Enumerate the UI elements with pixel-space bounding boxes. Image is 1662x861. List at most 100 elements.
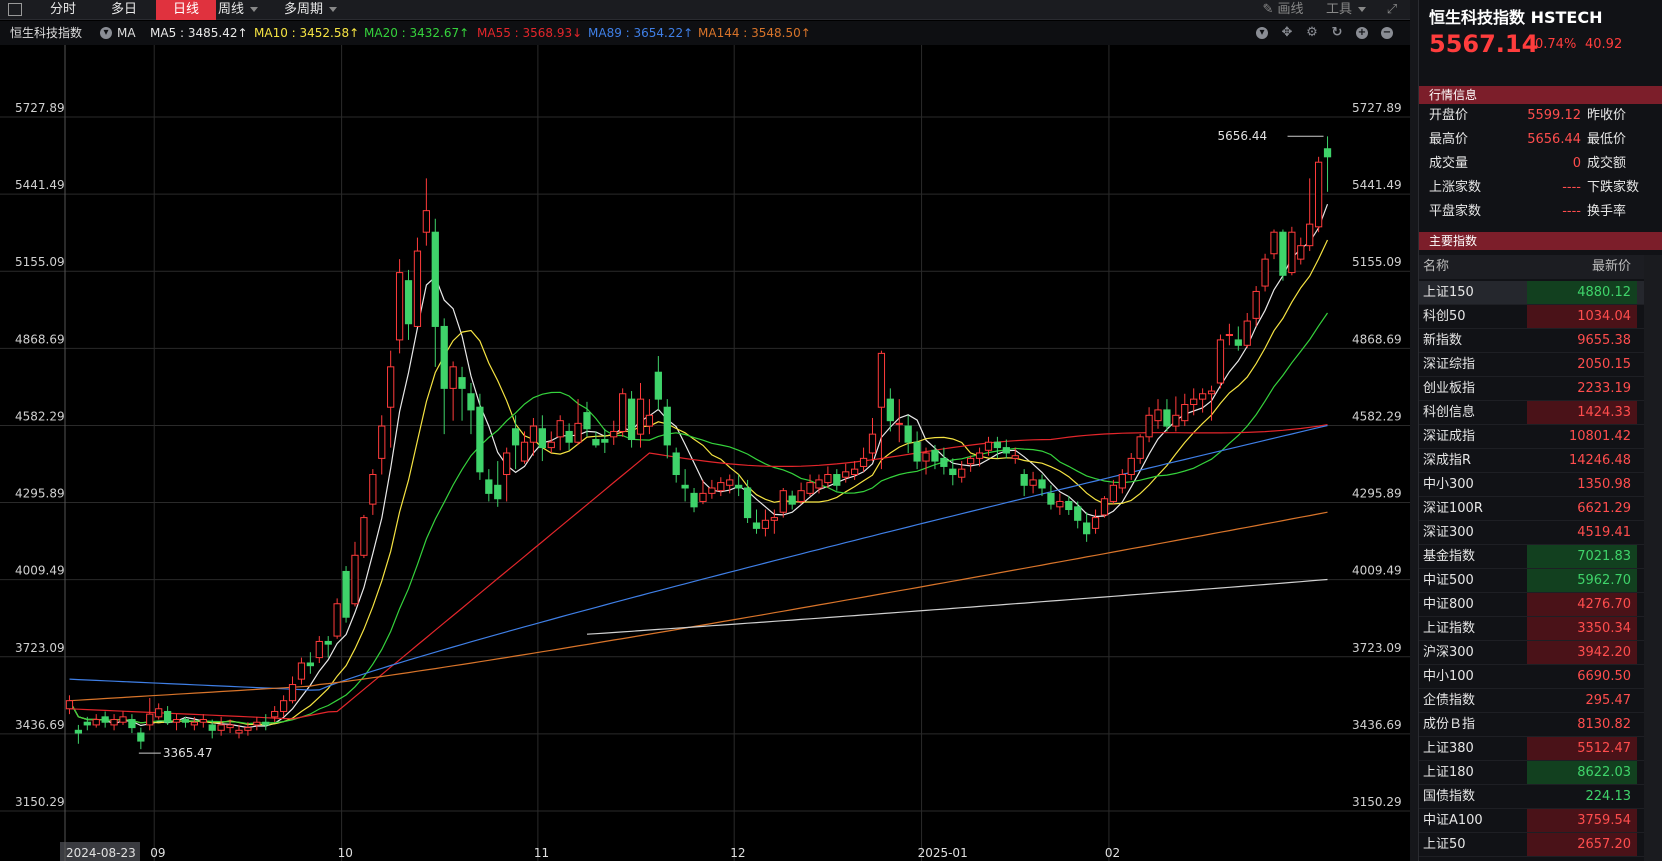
candle-body	[404, 280, 413, 325]
index-name-cell: 深证100R	[1423, 501, 1483, 516]
candle-body	[1252, 290, 1260, 319]
candle-body	[904, 425, 912, 443]
table-row[interactable]: 上证指数 3350.34	[1419, 617, 1662, 641]
y-tick-label-right: 4009.49	[1352, 564, 1402, 578]
quote-label: 最低价	[1587, 132, 1627, 147]
y-tick-label-left: 4868.69	[15, 332, 65, 346]
table-row[interactable]: 深证100R 6621.29	[1419, 497, 1662, 521]
candle-body	[315, 640, 323, 659]
x-tick-label: 11	[534, 846, 549, 860]
y-tick-label-left: 4009.49	[15, 564, 65, 578]
column-price[interactable]: 最新价	[1527, 255, 1637, 279]
quote-value: 0	[1572, 156, 1581, 171]
candle-body	[1118, 474, 1126, 489]
table-row[interactable]: 中证500 5962.70	[1419, 569, 1662, 593]
candle-body	[1154, 409, 1162, 422]
quote-row: 上涨家数 ---- 下跌家数	[1419, 176, 1662, 200]
table-row[interactable]: 上证180 8622.03	[1419, 761, 1662, 785]
candle-body	[101, 716, 109, 723]
table-row[interactable]: 科创信息 1424.33	[1419, 401, 1662, 425]
table-row[interactable]: 科创50 1034.04	[1419, 305, 1662, 329]
index-name-cell: 科创50	[1423, 309, 1466, 324]
tab-weekly[interactable]: 周线	[218, 0, 278, 20]
index-name-cell: 深证综指	[1423, 357, 1476, 372]
y-tick-label-left: 5727.89	[15, 101, 65, 115]
table-row[interactable]: 中证A100 3759.54	[1419, 809, 1662, 833]
candle-body	[137, 732, 145, 742]
x-tick-label: 09	[150, 846, 165, 860]
table-row[interactable]: 基金指数 7021.83	[1419, 545, 1662, 569]
tab-multi-period[interactable]: 多周期	[284, 0, 354, 20]
y-tick-label-left: 3150.29	[15, 795, 65, 809]
column-name[interactable]: 名称	[1423, 255, 1449, 279]
candle-body	[262, 721, 270, 726]
tab-daily[interactable]: 日线	[156, 0, 216, 20]
table-row[interactable]: 新指数 9655.38	[1419, 329, 1662, 353]
candle-body	[217, 724, 225, 731]
table-row[interactable]: 创业板指 2233.19	[1419, 377, 1662, 401]
fullscreen-icon[interactable]: ⤢	[1380, 0, 1404, 20]
table-row[interactable]: 上证50 2657.20	[1419, 833, 1662, 857]
gear-icon[interactable]: ⚙	[1306, 26, 1318, 39]
candle-body	[931, 449, 939, 462]
table-row[interactable]: 中证800 4276.70	[1419, 593, 1662, 617]
table-row[interactable]: 中小300 1350.98	[1419, 473, 1662, 497]
candle-body	[940, 457, 948, 467]
candle-body	[886, 398, 894, 422]
refresh-icon[interactable]: ↻	[1331, 26, 1343, 39]
quote-row: 开盘价 5599.12 昨收价	[1419, 104, 1662, 128]
candle-body	[485, 479, 493, 494]
table-row[interactable]: 上证150 4880.12	[1419, 281, 1662, 305]
candle-body	[422, 210, 430, 233]
index-price-cell: 10801.42	[1568, 429, 1631, 444]
index-name-cell: 科创信息	[1423, 405, 1476, 420]
tab-multi-day[interactable]: 多日	[96, 0, 152, 20]
quote-label: 上涨家数	[1429, 180, 1482, 195]
quote-row: 成交量 0 成交额	[1419, 152, 1662, 176]
candle-body	[360, 517, 368, 556]
candle-body	[743, 487, 752, 519]
tools-menu-button[interactable]: 工具	[1318, 0, 1374, 20]
candle-body	[306, 662, 314, 667]
table-row[interactable]: 国债指数 224.13	[1419, 785, 1662, 809]
table-row[interactable]: 深证综指 2050.15	[1419, 353, 1662, 377]
candle-body	[1216, 339, 1225, 384]
zoom-in-icon[interactable]: +	[1356, 27, 1368, 39]
table-row[interactable]: 企债指数 295.47	[1419, 689, 1662, 713]
move-icon[interactable]: ✥	[1281, 26, 1293, 39]
candlestick-chart[interactable]: 5727.89 5727.89 5441.49 5441.49 5155.09 5155.…	[0, 45, 1410, 861]
y-tick-label-right: 5441.49	[1352, 178, 1402, 192]
table-row[interactable]: 沪深300 3942.20	[1419, 641, 1662, 665]
table-scrollbar[interactable]	[1644, 255, 1662, 861]
candle-body	[627, 398, 636, 441]
index-name-cell: 国债指数	[1423, 789, 1476, 804]
candle-body	[324, 640, 332, 645]
panel-divider[interactable]	[1410, 0, 1418, 861]
index-name-cell: 基金指数	[1423, 549, 1476, 564]
candle-body	[663, 406, 671, 446]
zoom-out-icon[interactable]: −	[1381, 27, 1393, 39]
ma-dropdown-icon[interactable]: ▾	[100, 27, 112, 39]
table-row[interactable]: 深证300 4519.41	[1419, 521, 1662, 545]
candle-body	[1109, 484, 1118, 502]
table-row[interactable]: 成份Ｂ指 8130.82	[1419, 713, 1662, 737]
table-row[interactable]: 深成指R 14246.48	[1419, 449, 1662, 473]
candle-body	[797, 490, 805, 502]
candle-body	[949, 468, 957, 476]
max-annotation: 5656.44	[1218, 129, 1268, 143]
index-price-cell: 6621.29	[1577, 501, 1631, 516]
collapse-circle-icon[interactable]: ▾	[1256, 27, 1268, 39]
tab-intraday[interactable]: 分时	[38, 0, 88, 20]
candle-body	[761, 519, 770, 529]
table-row[interactable]: 上证380 5512.47	[1419, 737, 1662, 761]
quote-label: 换手率	[1587, 204, 1627, 219]
candle-body	[1234, 339, 1242, 346]
collapse-icon[interactable]	[8, 3, 22, 16]
table-row[interactable]: 深证成指 10801.42	[1419, 425, 1662, 449]
draw-line-button[interactable]: ✎ 画线	[1258, 0, 1308, 20]
change-amount: 40.92	[1585, 37, 1623, 52]
candle-body	[619, 393, 627, 432]
quote-value: 5656.44	[1527, 132, 1581, 147]
index-price-cell: 8130.82	[1577, 717, 1631, 732]
table-row[interactable]: 中小100 6690.50	[1419, 665, 1662, 689]
